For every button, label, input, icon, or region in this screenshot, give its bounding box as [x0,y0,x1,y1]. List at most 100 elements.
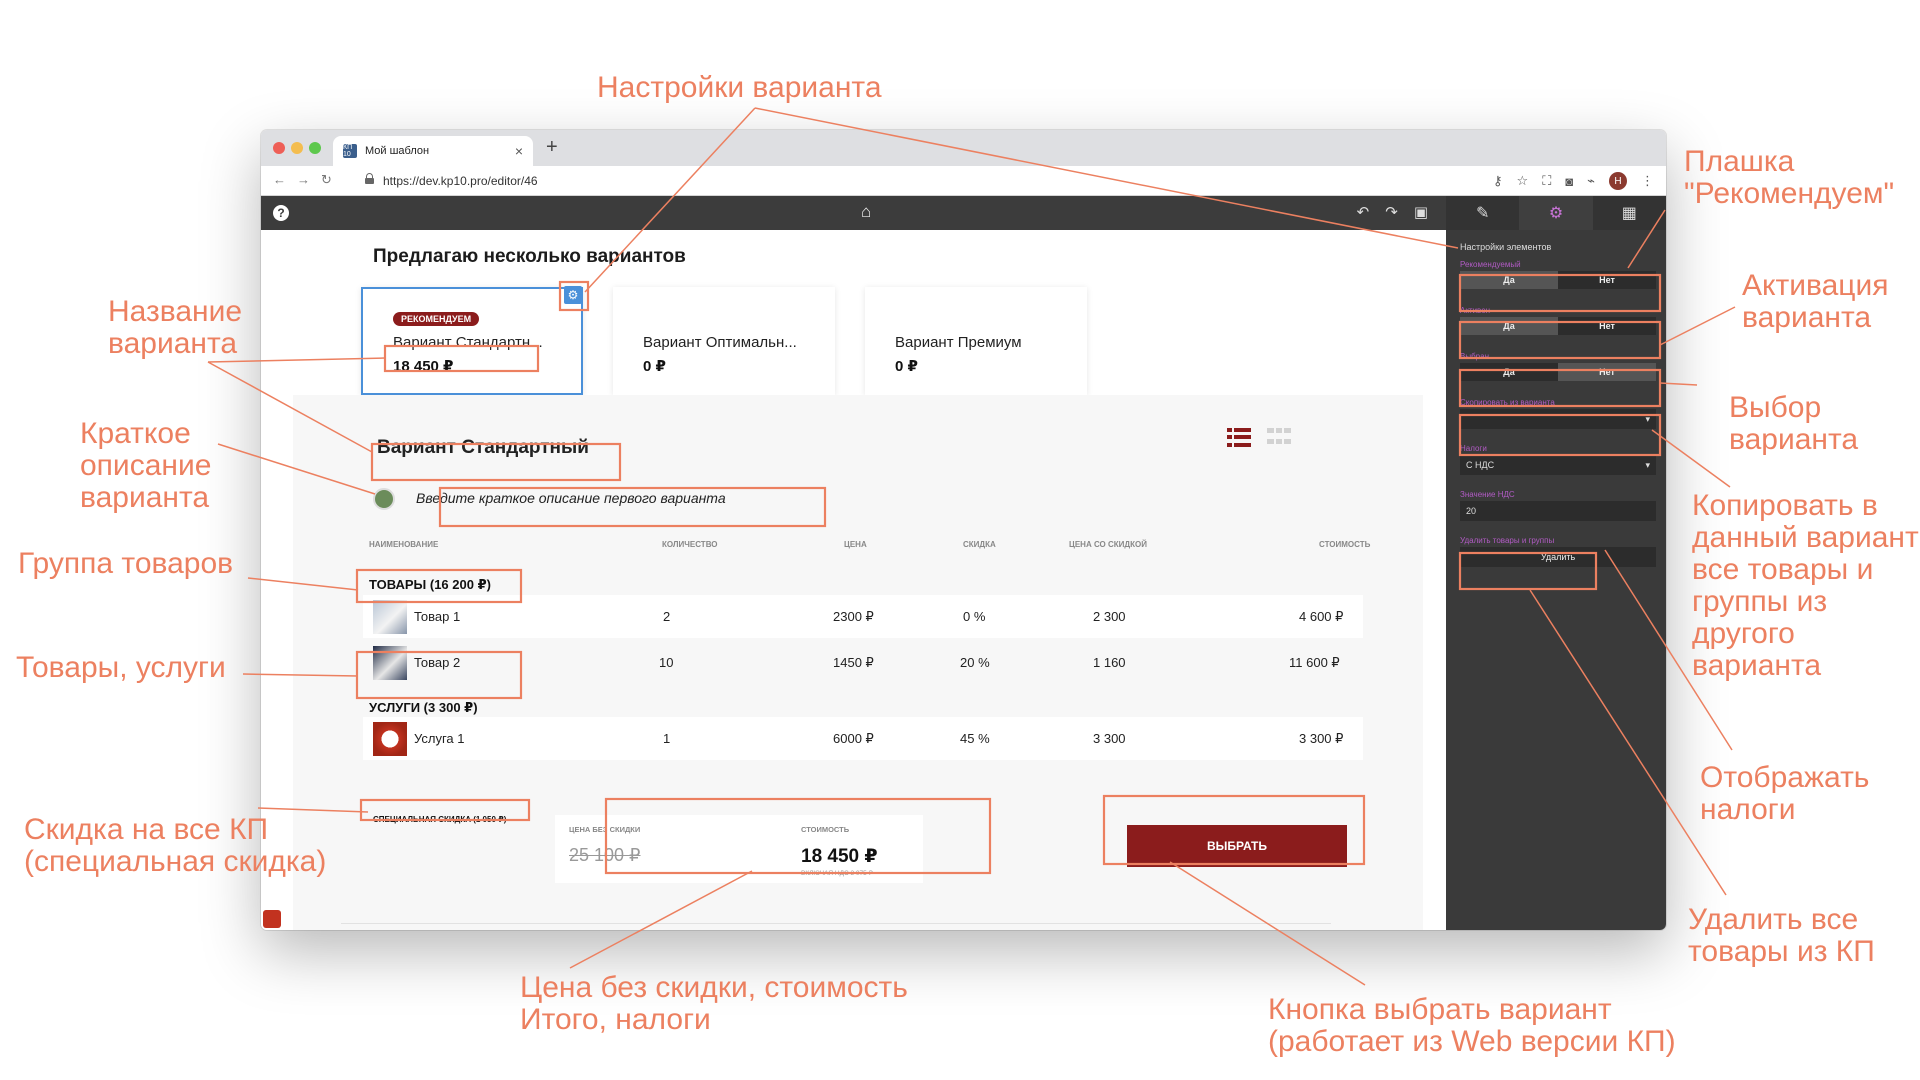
tab-title: Мой шаблон [365,145,430,157]
special-discount[interactable]: СПЕЦИАЛЬНАЯ СКИДКА (1 050 ₽) [373,815,506,824]
item-qty[interactable]: 1 [663,731,670,746]
new-tab-button[interactable]: + [546,136,558,159]
vat-input[interactable]: 20 [1460,501,1656,521]
key-icon[interactable]: ⚷ [1493,173,1503,189]
save-icon[interactable]: ▣ [1414,203,1428,221]
taxes-label: Налоги [1460,444,1487,453]
menu-icon[interactable]: ⋮ [1641,173,1654,189]
tab-close-icon[interactable]: × [515,143,523,159]
page-title[interactable]: Предлагаю несколько вариантов [373,246,686,268]
delete-button[interactable]: Удалить [1460,547,1656,567]
table-row[interactable]: Товар 2 10 1450 ₽ 20 % 1 160 11 600 ₽ [363,641,1363,684]
no-discount-value: 25 100 ₽ [569,845,641,865]
copy-from-label: Скопировать из варианта [1460,398,1555,407]
annotation-discount-all: Скидка на все КП (специальная скидка) [24,813,327,878]
variant-content: Вариант Стандартный Введите краткое опис… [293,395,1423,930]
col-disc-price: ЦЕНА СО СКИДКОЙ [1069,540,1147,549]
active-toggle[interactable]: Да Нет [1460,317,1656,335]
col-total: СТОИМОСТЬ [1319,540,1371,549]
selected-toggle[interactable]: Да Нет [1460,363,1656,381]
close-window-button[interactable] [273,142,285,154]
browser-tab[interactable]: КП 10 Мой шаблон × [333,136,533,166]
item-qty[interactable]: 2 [663,609,670,624]
annotation-product-group: Группа товаров [18,547,234,580]
back-icon[interactable]: ← [273,172,286,187]
variant-settings-gear-icon[interactable]: ⚙ [564,286,582,304]
recommended-label: Рекомендуемый [1460,260,1521,269]
favicon-icon: КП 10 [343,144,357,158]
choose-button[interactable]: ВЫБРАТЬ [1127,825,1347,867]
item-discount[interactable]: 0 % [963,609,985,624]
item-price[interactable]: 6000 ₽ [833,731,874,747]
col-price: ЦЕНА [844,540,867,549]
annotation-products-services: Товары, услуги [16,651,226,684]
wrench-icon[interactable]: ✎ [1446,196,1519,230]
table-row[interactable]: Услуга 1 1 6000 ₽ 45 % 3 300 3 300 ₽ [363,717,1363,760]
variant-title[interactable]: Вариант Стандартный [377,437,589,459]
copy-from-select[interactable]: ▾ [1460,409,1656,429]
item-discount[interactable]: 45 % [960,731,990,746]
annotation-variant-settings: Настройки варианта [597,71,882,104]
gear-icon[interactable]: ⚙ [1519,196,1593,230]
list-view-icon[interactable] [1227,428,1251,448]
taxes-select[interactable]: С НДС ▾ [1460,455,1656,475]
variant-name[interactable]: Вариант Премиум [895,334,1057,351]
help-icon[interactable]: ? [273,205,289,221]
reload-icon[interactable]: ↻ [321,172,332,188]
selected-no[interactable]: Нет [1558,363,1656,381]
variant-card-1[interactable]: РЕКОМЕНДУЕМ Вариант Стандартн... 18 450 … [361,287,583,395]
item-price[interactable]: 1450 ₽ [833,655,874,671]
item-discount[interactable]: 20 % [960,655,990,670]
home-icon[interactable]: ⌂ [861,202,871,222]
annotation-selection: Выбор варианта [1729,391,1859,456]
extension-icon[interactable]: ⌁ [1587,173,1595,189]
item-qty[interactable]: 10 [659,655,673,670]
variant-name[interactable]: Вариант Оптимальн... [643,334,805,351]
active-setting: Активен Да Нет [1460,306,1656,335]
recommended-badge: РЕКОМЕНДУЕМ [393,312,480,326]
group-title[interactable]: УСЛУГИ (3 300 ₽) [369,700,1369,716]
maximize-window-button[interactable] [309,142,321,154]
forward-icon[interactable]: → [297,172,310,187]
divider [341,923,1331,924]
lock-icon [365,173,374,184]
undo-icon[interactable]: ↶ [1357,203,1370,221]
recommended-toggle[interactable]: Да Нет [1460,271,1656,289]
url-input[interactable]: https://dev.kp10.pro/editor/46 [383,174,538,188]
chevron-down-icon: ▾ [1645,413,1650,424]
profile-avatar[interactable]: Н [1609,172,1627,190]
selected-yes[interactable]: Да [1460,363,1558,381]
annotation-short-desc: Краткое описание варианта [80,417,212,514]
table-row[interactable]: Товар 1 2 2300 ₽ 0 % 2 300 4 600 ₽ [363,595,1363,638]
star-icon[interactable]: ☆ [1517,173,1529,189]
redo-icon[interactable]: ↷ [1385,203,1398,221]
variant-description[interactable]: Введите краткое описание первого вариант… [416,490,726,506]
grid-view-icon[interactable] [1267,428,1291,448]
item-name[interactable]: Товар 2 [414,655,460,670]
recommended-no[interactable]: Нет [1558,271,1656,289]
group-title[interactable]: ТОВАРЫ (16 200 ₽) [369,577,1369,593]
variant-card-3[interactable]: Вариант Премиум 0 ₽ [865,287,1087,395]
active-no[interactable]: Нет [1558,317,1656,335]
minimize-window-button[interactable] [291,142,303,154]
camera-icon[interactable]: ◙ [1565,174,1573,189]
active-yes[interactable]: Да [1460,317,1558,335]
delete-items-setting: Удалить товары и группы Удалить [1460,536,1656,567]
item-price[interactable]: 2300 ₽ [833,609,874,625]
selected-label: Выбран [1460,352,1489,361]
browser-window: КП 10 Мой шаблон × + ← → ↻ https://dev.k… [261,130,1666,930]
total-value: 18 450 ₽ [801,846,878,867]
recommended-setting: Рекомендуемый Да Нет [1460,260,1656,289]
screenshot-icon[interactable]: ⛶ [1542,173,1551,189]
taxes-setting: Налоги С НДС ▾ [1460,444,1656,475]
address-bar: ← → ↻ https://dev.kp10.pro/editor/46 ⚷ ☆… [261,166,1666,196]
recommended-yes[interactable]: Да [1460,271,1558,289]
variant-name[interactable]: Вариант Стандартн... [393,334,551,351]
item-name[interactable]: Товар 1 [414,609,460,624]
copy-from-setting: Скопировать из варианта ▾ [1460,398,1656,429]
variant-card-2[interactable]: Вариант Оптимальн... 0 ₽ [613,287,835,395]
vat-label: Значение НДС [1460,490,1515,499]
annotation-variant-name: Название варианта [108,295,243,360]
grid-icon[interactable]: ▦ [1593,196,1666,230]
item-name[interactable]: Услуга 1 [414,731,465,746]
